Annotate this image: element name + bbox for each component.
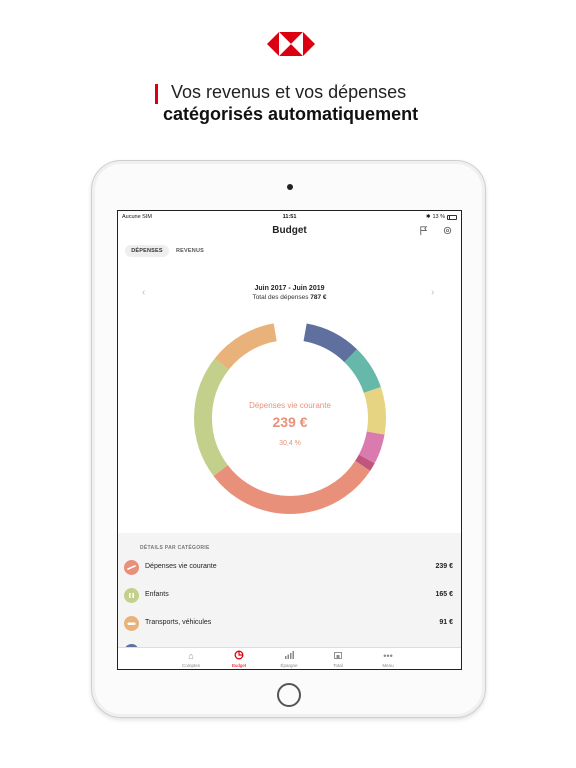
donut-center-value: 239 €	[272, 414, 307, 430]
donut-center-percent: 30,4 %	[279, 440, 301, 447]
period-label: Juin 2017 - Juin 2019	[254, 285, 325, 292]
home-icon: ⌂	[188, 651, 194, 661]
hsbc-logo-icon	[267, 32, 315, 56]
category-amount: 239 €	[435, 563, 453, 570]
headline-line-2: catégorisés automatiquement	[163, 104, 419, 124]
tab-comptes[interactable]: ⌂ Comptes	[171, 650, 211, 668]
category-header: DÉTAILS PAR CATÉGORIE	[140, 545, 210, 551]
car-icon	[124, 616, 139, 631]
status-bar: Aucune SIM 11:51 ✱ 13 %	[118, 211, 461, 223]
category-row[interactable]: Enfants 165 €	[118, 582, 461, 610]
category-amount: 91 €	[439, 619, 453, 626]
tab-label: Total	[333, 663, 343, 668]
tab-depenses[interactable]: DÉPENSES	[125, 245, 169, 257]
tab-label: Budget	[231, 663, 247, 668]
battery-icon	[447, 214, 457, 220]
tab-bar: ⌂ Comptes Budget Épargne Total ••• Menu	[118, 647, 461, 669]
bluetooth-icon: ✱	[425, 214, 431, 220]
status-right: ✱ 13 %	[426, 214, 457, 220]
budget-icon	[219, 650, 259, 662]
category-amount: 165 €	[435, 591, 453, 598]
category-row[interactable]: Dépenses vie courante 239 €	[118, 554, 461, 582]
category-name: Transports, véhicules	[145, 619, 212, 626]
camera-icon	[287, 184, 293, 190]
tab-budget[interactable]: Budget	[219, 650, 259, 668]
donut-center-label: Dépenses vie courante	[249, 401, 331, 410]
tab-total[interactable]: Total	[318, 650, 358, 668]
gear-icon[interactable]	[441, 225, 453, 237]
chart-icon	[269, 650, 309, 662]
headline-accent-bar	[155, 84, 158, 104]
tab-label: Épargne	[280, 663, 298, 668]
tab-menu[interactable]: ••• Menu	[368, 650, 408, 668]
status-time: 11:51	[282, 214, 297, 220]
expense-donut-chart[interactable]: Dépenses vie courante 239 € 30,4 %	[191, 319, 389, 517]
category-name: Enfants	[145, 591, 169, 598]
bank-icon	[318, 650, 358, 662]
flag-icon[interactable]	[417, 225, 429, 237]
tab-revenus[interactable]: REVENUS	[170, 245, 210, 257]
total-value: 787 €	[310, 294, 327, 301]
total-label: Total des dépenses	[252, 294, 309, 301]
more-icon: •••	[383, 651, 393, 661]
tab-label: Comptes	[181, 663, 200, 668]
headline-line-1: Vos revenus et vos dépenses	[171, 82, 407, 102]
total-line: Total des dépenses 787 €	[118, 294, 461, 301]
page-title: Budget	[272, 225, 307, 236]
child-icon	[124, 588, 139, 603]
tab-epargne[interactable]: Épargne	[269, 650, 309, 668]
tab-label: Menu	[382, 663, 394, 668]
category-row[interactable]: Transports, véhicules 91 €	[118, 610, 461, 638]
app-screen: Aucune SIM 11:51 ✱ 13 % Budget DÉPENSES …	[117, 210, 462, 670]
cart-icon	[124, 560, 139, 575]
battery-label: 13 %	[432, 214, 445, 220]
home-button[interactable]	[277, 683, 301, 707]
category-name: Dépenses vie courante	[145, 563, 217, 570]
